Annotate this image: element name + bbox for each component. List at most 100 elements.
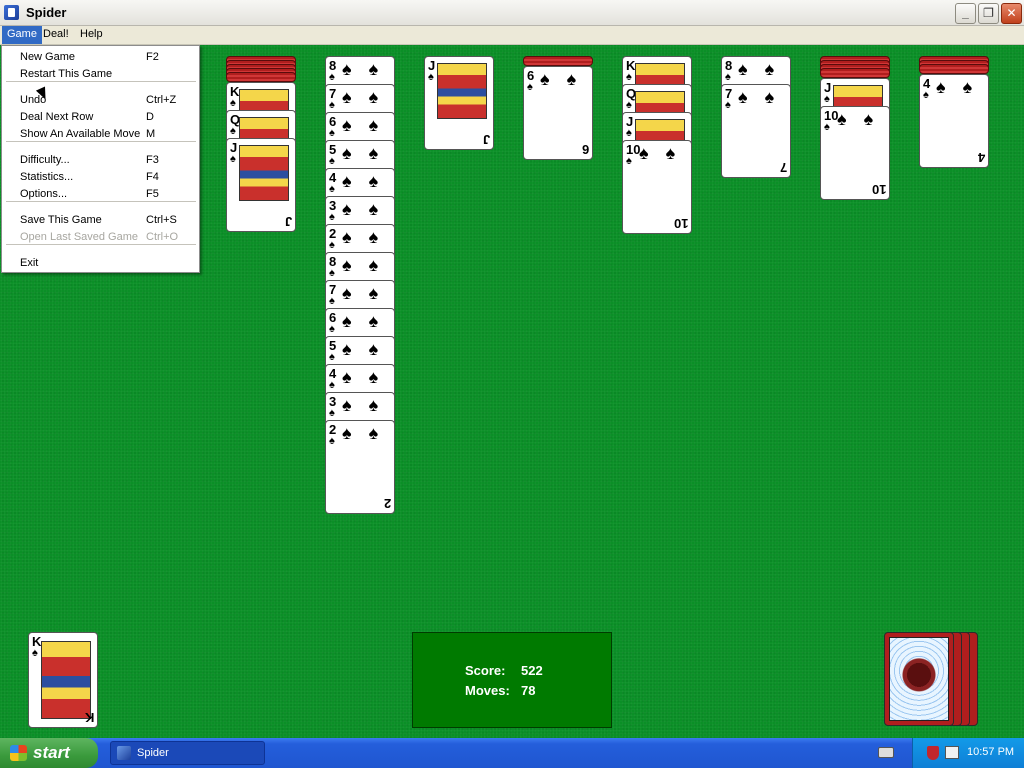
card-suit: ♠ [230, 125, 236, 137]
score-value: 522 [521, 663, 543, 678]
king-face-art [41, 641, 91, 719]
menu-game[interactable]: Game [2, 26, 42, 44]
tableau-card[interactable]: 10 ♠ ♠ ♠ 10 [622, 140, 692, 234]
start-button[interactable]: start [0, 738, 98, 768]
card-suit: ♠ [626, 155, 632, 167]
menu-help[interactable]: Help [75, 26, 108, 44]
card-pips: ♠ ♠ [342, 339, 385, 359]
minimize-button[interactable]: _ [955, 3, 976, 24]
windows-logo-icon [10, 745, 27, 761]
menu-item-shortcut: Ctrl+Z [146, 94, 177, 106]
menu-item-shortcut: M [146, 128, 156, 140]
face-card-art [239, 145, 289, 201]
menu-item-label: Open Last Saved Game [20, 231, 139, 243]
card-pips: ♠ ♠ [342, 199, 385, 219]
card-pips: ♠ ♠ [837, 109, 880, 129]
face-down-card [919, 64, 989, 74]
tableau-card[interactable]: 4 ♠ ♠ ♠ 4 [919, 74, 989, 168]
menu-separator [6, 201, 196, 202]
menu-item-label: Restart This Game [20, 68, 113, 80]
menu-item-shortcut: F5 [146, 188, 159, 200]
keyboard-icon[interactable] [878, 747, 894, 758]
card-rank-bottom: J [482, 132, 490, 147]
menu-item-undo[interactable]: Undo Ctrl+Z [4, 92, 198, 109]
face-down-card [820, 68, 890, 78]
card-suit: ♠ [725, 71, 731, 83]
menu-item-shortcut: F2 [146, 51, 159, 63]
menu-item-new-game[interactable]: New Game F2 [4, 49, 198, 66]
stock-card[interactable] [884, 632, 954, 726]
menu-item-label: Deal Next Row [20, 111, 94, 123]
menu-item-deal-next-row[interactable]: Deal Next Row D [4, 109, 198, 126]
tableau-card[interactable]: J ♠ J [424, 56, 494, 150]
close-button[interactable]: ✕ [1001, 3, 1022, 24]
menu-item-exit[interactable]: Exit [4, 255, 198, 272]
tableau-card[interactable]: J ♠ J [226, 138, 296, 232]
card-suit: ♠ [329, 323, 335, 335]
card-suit: ♠ [329, 379, 335, 391]
title-bar: Spider _ ❐ ✕ [0, 0, 1024, 26]
moves-line: Moves: 78 [465, 683, 535, 698]
tableau-card[interactable]: 7 ♠ ♠ ♠ 7 [721, 84, 791, 178]
menu-separator [6, 244, 196, 245]
face-down-card [226, 72, 296, 82]
menu-item-save-this-game[interactable]: Save This Game Ctrl+S [4, 212, 198, 229]
spider-task-icon [117, 746, 131, 760]
completed-pile: K ♠ K [28, 632, 98, 728]
card-pips: ♠ ♠ [342, 227, 385, 247]
start-label: start [33, 743, 70, 762]
score-line: Score: 522 [465, 663, 543, 678]
menu-item-label: Difficulty... [20, 154, 70, 166]
card-pips: ♠ ♠ [342, 59, 385, 79]
clock: 10:57 PM [967, 746, 1015, 758]
security-shield-icon[interactable] [927, 746, 939, 760]
menu-item-label: Exit [20, 257, 39, 269]
card-suit: ♠ [329, 71, 335, 83]
card-pips: ♠ ♠ [936, 77, 979, 97]
tableau-card[interactable]: 6 ♠ ♠ ♠ 6 [523, 66, 593, 160]
menu-deal[interactable]: Deal! [38, 26, 74, 44]
card-suit: ♠ [329, 435, 335, 447]
card-suit: ♠ [230, 153, 236, 165]
score-label: Score: [465, 663, 506, 678]
card-suit: ♠ [527, 81, 533, 93]
card-suit: ♠ [329, 99, 335, 111]
card-pips: ♠ ♠ [342, 311, 385, 331]
card-suit: ♠ [329, 351, 335, 363]
menu-separator [6, 141, 196, 142]
menu-separator [6, 81, 196, 82]
menu-item-shortcut: F4 [146, 171, 159, 183]
card-rank-bottom: 7 [779, 160, 787, 175]
tableau-card[interactable]: 10 ♠ ♠ ♠ 10 [820, 106, 890, 200]
menu-item-statistics[interactable]: Statistics... F4 [4, 169, 198, 186]
card-suit: ♠ [230, 97, 236, 109]
tableau-card[interactable]: 2 ♠ ♠ ♠ 2 [325, 420, 395, 514]
card-suit: ♠ [329, 239, 335, 251]
menu-item-shortcut: Ctrl+S [146, 214, 177, 226]
card-rank-bottom: 4 [977, 150, 985, 165]
card-pips: ♠ ♠ [540, 69, 583, 89]
face-card-art [437, 63, 487, 119]
maximize-button[interactable]: ❐ [978, 3, 999, 24]
taskbar-spider-label: Spider [137, 747, 169, 759]
spider-app-icon[interactable] [4, 5, 19, 20]
game-menu-dropdown: New Game F2 Restart This Game Undo Ctrl+Z Dea… [1, 45, 200, 273]
card-pips: ♠ ♠ [342, 87, 385, 107]
card-suit: ♠ [329, 407, 335, 419]
taskbar: start Spider 10:57 PM [0, 738, 1024, 768]
menu-item-label: Options... [20, 188, 68, 200]
network-icon[interactable] [945, 746, 959, 759]
menu-item-difficulty[interactable]: Difficulty... F3 [4, 152, 198, 169]
card-pips: ♠ ♠ [639, 143, 682, 163]
card-suit: ♠ [329, 211, 335, 223]
card-pips: ♠ ♠ [342, 395, 385, 415]
card-suit: ♠ [329, 295, 335, 307]
card-pips: ♠ ♠ [342, 115, 385, 135]
menu-item-shortcut: F3 [146, 154, 159, 166]
card-pips: ♠ ♠ [342, 171, 385, 191]
card-suit: ♠ [626, 99, 632, 111]
menu-item-label: Show An Available Move [20, 128, 141, 140]
taskbar-spider-button[interactable]: Spider [110, 741, 265, 765]
card-suit: ♠ [329, 267, 335, 279]
moves-value: 78 [521, 683, 536, 698]
